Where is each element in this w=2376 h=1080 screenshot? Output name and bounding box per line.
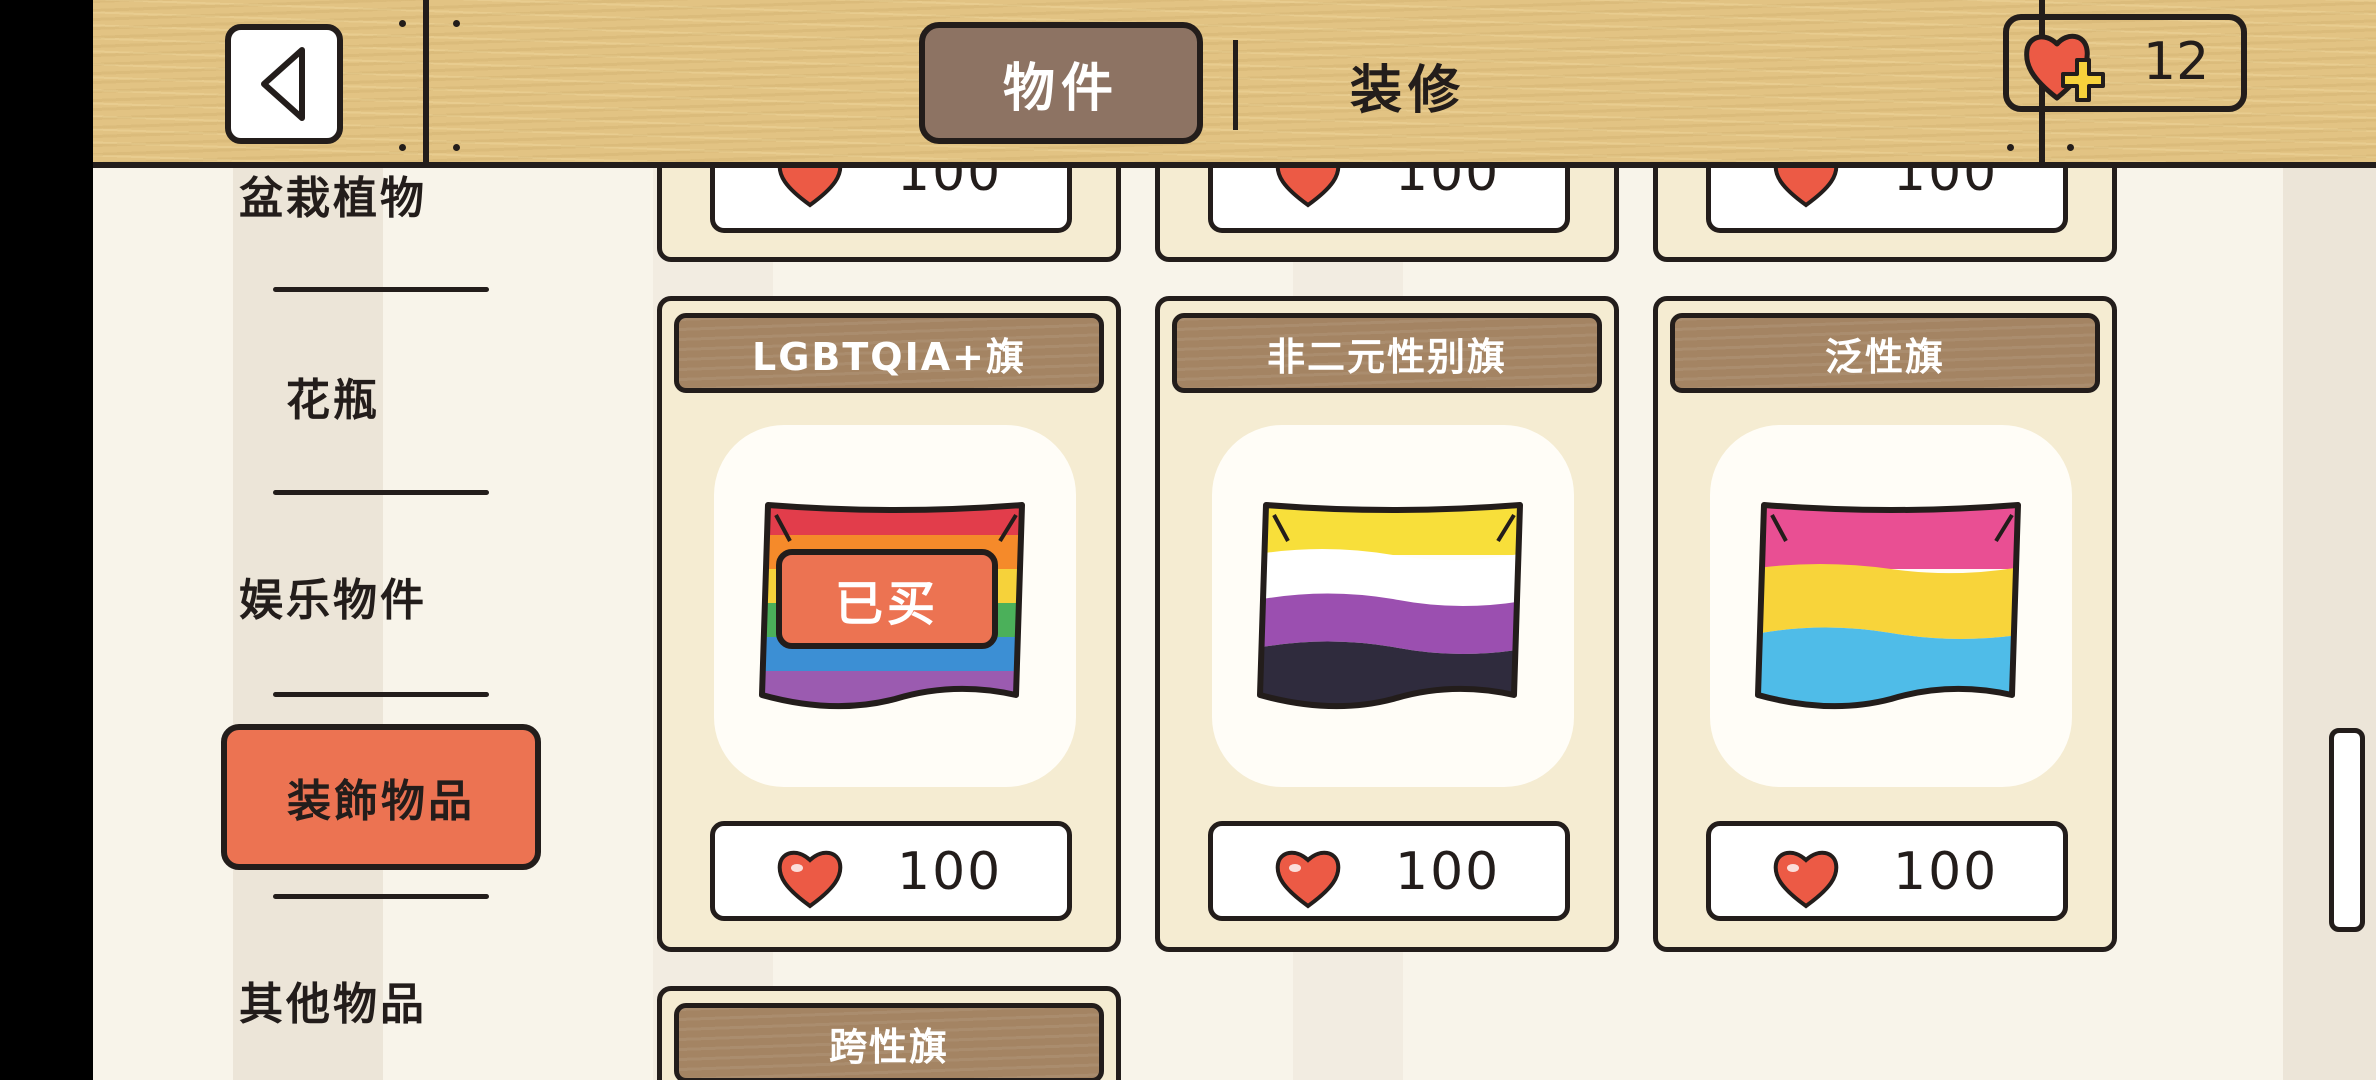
price-tag: 100 — [1208, 165, 1570, 233]
category-entertainment[interactable]: 娱乐物件 — [193, 536, 473, 656]
price-value: 100 — [897, 165, 1003, 203]
heart-icon — [1773, 850, 1839, 909]
category-label: 装飾物品 — [287, 776, 475, 827]
bg-stripe — [2283, 160, 2376, 1080]
item-preview — [1212, 425, 1574, 787]
price-tag: 100 — [710, 821, 1072, 921]
item-title: 泛性旗 — [1670, 313, 2100, 393]
price-tag: 100 — [1208, 821, 1570, 921]
back-button[interactable] — [225, 24, 343, 144]
category-vases[interactable]: 花瓶 — [193, 336, 473, 456]
category-decorations[interactable]: 装飾物品 — [221, 724, 541, 870]
item-card-nonbinary-flag[interactable]: 非二元性别旗 100 — [1155, 296, 1619, 952]
category-label: 其他物品 — [239, 979, 427, 1030]
tab-items-label: 物件 — [1002, 58, 1119, 119]
price-tag: 100 — [710, 165, 1072, 233]
hearts-count: 12 — [2143, 32, 2210, 92]
heart-icon — [1773, 165, 1839, 208]
item-title: LGBTQIA+旗 — [674, 313, 1104, 393]
scrollbar[interactable] — [2329, 728, 2365, 932]
price-value: 100 — [897, 842, 1003, 902]
nail — [399, 20, 406, 27]
heart-icon — [777, 850, 843, 909]
back-triangle-icon — [261, 47, 305, 121]
heart-icon — [1275, 165, 1341, 208]
nail — [453, 20, 460, 27]
category-label: 盆栽植物 — [239, 173, 427, 224]
category-divider — [273, 894, 489, 899]
top-bar: 物件 装修 12 — [93, 0, 2376, 168]
tab-decoration-label: 装修 — [1349, 60, 1466, 121]
heart-icon — [777, 165, 843, 208]
price-tag: 100 — [1706, 165, 2068, 233]
category-other[interactable]: 其他物品 — [193, 940, 473, 1060]
heart-plus-icon — [2024, 33, 2105, 102]
nail — [2007, 144, 2014, 151]
price-value: 100 — [1395, 842, 1501, 902]
bought-badge: 已买 — [776, 549, 998, 649]
shop-screen: 物件 装修 12 盆栽植物 花瓶 娱乐物件 装飾物品 其他物品 100 100 … — [93, 0, 2376, 1080]
nail — [453, 144, 460, 151]
nail — [399, 144, 406, 151]
item-card-pansexual-flag[interactable]: 泛性旗 100 — [1653, 296, 2117, 952]
price-tag: 100 — [1706, 821, 2068, 921]
category-label: 花瓶 — [286, 375, 380, 426]
nonbinary-flag-image — [1257, 502, 1523, 710]
tab-decoration[interactable]: 装修 — [1313, 40, 1503, 130]
heart-icon — [1275, 850, 1341, 909]
tab-divider — [1233, 40, 1238, 130]
hearts-counter[interactable] — [2003, 14, 2247, 112]
item-preview — [1710, 425, 2072, 787]
price-value: 100 — [1395, 165, 1501, 203]
nail — [2067, 144, 2074, 151]
tab-items[interactable]: 物件 — [919, 22, 1203, 144]
item-title: 非二元性别旗 — [1172, 313, 1602, 393]
item-preview: 已买 — [714, 425, 1076, 787]
item-title: 跨性旗 — [674, 1003, 1104, 1080]
category-divider — [273, 692, 489, 697]
category-label: 娱乐物件 — [239, 575, 427, 626]
bar-divider — [423, 0, 429, 168]
item-card-lgbtqia-flag[interactable]: LGBTQIA+旗 已买 100 — [657, 296, 1121, 952]
price-value: 100 — [1893, 165, 1999, 203]
price-value: 100 — [1893, 842, 1999, 902]
item-card-trans-flag[interactable]: 跨性旗 — [657, 986, 1121, 1080]
category-divider — [273, 287, 489, 292]
category-divider — [273, 490, 489, 495]
pansexual-flag-image — [1755, 502, 2021, 710]
